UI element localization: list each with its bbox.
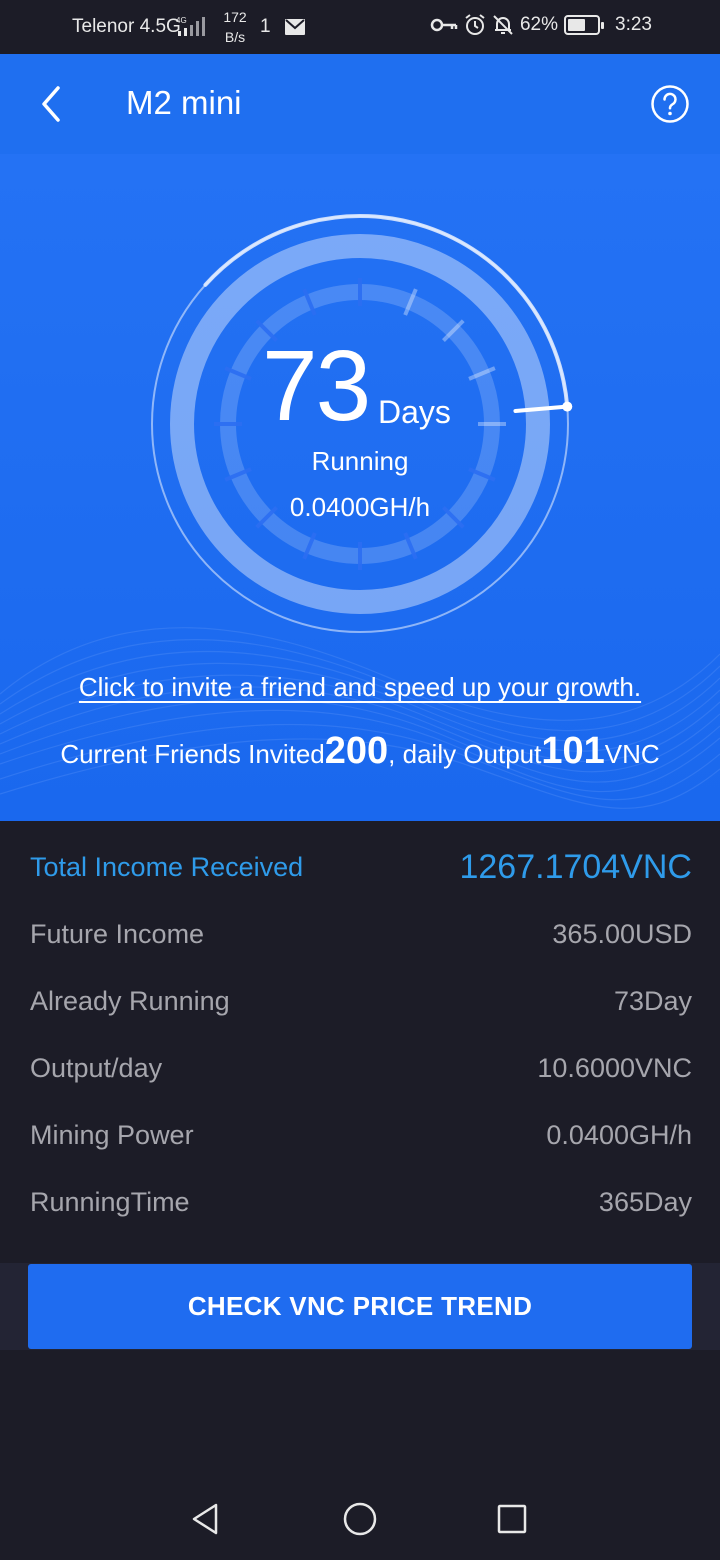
signal-icon: 4G (176, 16, 205, 36)
app-bar: M2 mini (0, 54, 720, 154)
home-circle-icon[interactable] (341, 1500, 379, 1538)
usb-indicator: 1 (260, 16, 271, 37)
friends-middle: , daily Output (388, 739, 542, 769)
back-triangle-icon[interactable] (186, 1500, 224, 1538)
status-icons: 62% (430, 14, 604, 36)
row-label: Total Income Received (30, 851, 304, 882)
status-bar: Telenor 4.5G 4G 172 B/s 1 62% 3:23 (0, 0, 720, 54)
mail-icon (285, 19, 305, 35)
page-title: M2 mini (126, 84, 242, 121)
daily-output-value: 101 (541, 730, 605, 772)
running-days-unit: Days (378, 394, 451, 430)
battery-fill (568, 19, 586, 31)
invite-friend-link[interactable]: Click to invite a friend and speed up yo… (0, 672, 720, 703)
chevron-left-icon[interactable] (36, 84, 68, 124)
running-days-value: 73 (262, 330, 371, 442)
output-per-day-row: Output/day 10.6000VNC (30, 1048, 692, 1088)
daily-output-unit: VNC (604, 739, 660, 769)
row-value: 365Day (598, 1186, 692, 1217)
gauge-needle (513, 404, 568, 413)
total-income-row: Total Income Received 1267.1704VNC (30, 847, 692, 887)
row-value: 1267.1704VNC (459, 847, 692, 886)
check-price-trend-button[interactable]: CHECK VNC PRICE TREND (28, 1264, 692, 1349)
row-label: RunningTime (30, 1186, 190, 1217)
row-value: 365.00USD (552, 918, 692, 949)
friends-count: 200 (324, 730, 389, 772)
row-value: 73Day (613, 985, 692, 1016)
help-circle-icon[interactable] (650, 84, 690, 124)
bell-off-icon (493, 15, 513, 35)
friends-prefix: Current Friends Invited (60, 739, 325, 769)
income-details: Total Income Received 1267.1704VNC Futur… (0, 821, 720, 1263)
gauge-indicator-dot (562, 401, 573, 412)
friends-invited-summary: Current Friends Invited200, daily Output… (0, 730, 720, 773)
recents-square-icon[interactable] (493, 1500, 531, 1538)
row-label: Future Income (30, 918, 205, 949)
row-value: 0.0400GH/h (546, 1119, 692, 1150)
carrier-label: Telenor 4.5G (72, 16, 181, 37)
system-nav-bar (0, 1476, 720, 1560)
battery-percent: 62% (519, 14, 558, 35)
battery-icon (564, 15, 604, 35)
row-label: Mining Power (30, 1119, 194, 1150)
running-status: Running (311, 446, 409, 476)
mining-power-row: Mining Power 0.0400GH/h (30, 1115, 692, 1155)
hash-rate: 0.0400GH/h (289, 492, 431, 522)
future-income-row: Future Income 365.00USD (30, 914, 692, 954)
alarm-icon (465, 14, 485, 35)
hero-panel: M2 mini 73 Days Running 0.0400GH/h Click… (0, 54, 720, 821)
already-running-row: Already Running 73Day (30, 981, 692, 1021)
row-label: Output/day (30, 1052, 163, 1083)
running-time-row: RunningTime 365Day (30, 1182, 692, 1222)
row-value: 10.6000VNC (537, 1052, 692, 1083)
key-icon (430, 18, 458, 32)
clock: 3:23 (615, 14, 652, 35)
network-speed: 172 B/s (223, 9, 247, 45)
svg-text:4G: 4G (176, 16, 187, 25)
row-label: Already Running (30, 985, 230, 1016)
